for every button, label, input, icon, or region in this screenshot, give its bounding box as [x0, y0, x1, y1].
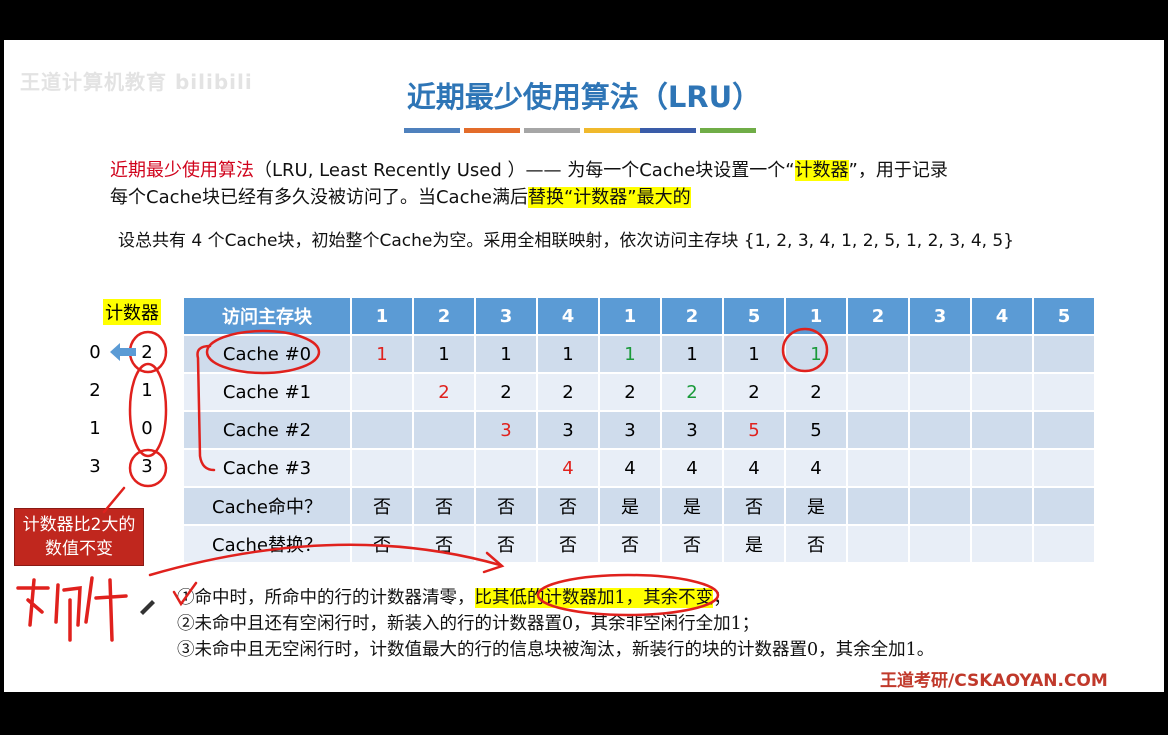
circle-cache0	[205, 329, 321, 375]
pencil-icon	[140, 600, 155, 615]
circle-rule-highlight	[536, 573, 720, 617]
annotation-layer	[16, 327, 829, 642]
arrow-stroke	[148, 543, 502, 577]
circle-hit-1	[781, 327, 829, 373]
callout-pointer	[102, 486, 126, 514]
handwriting-scribble	[16, 576, 128, 642]
circle-counters-1-2	[128, 362, 168, 458]
bracket-cache-rows	[196, 344, 216, 472]
check-mark-icon	[172, 581, 198, 607]
